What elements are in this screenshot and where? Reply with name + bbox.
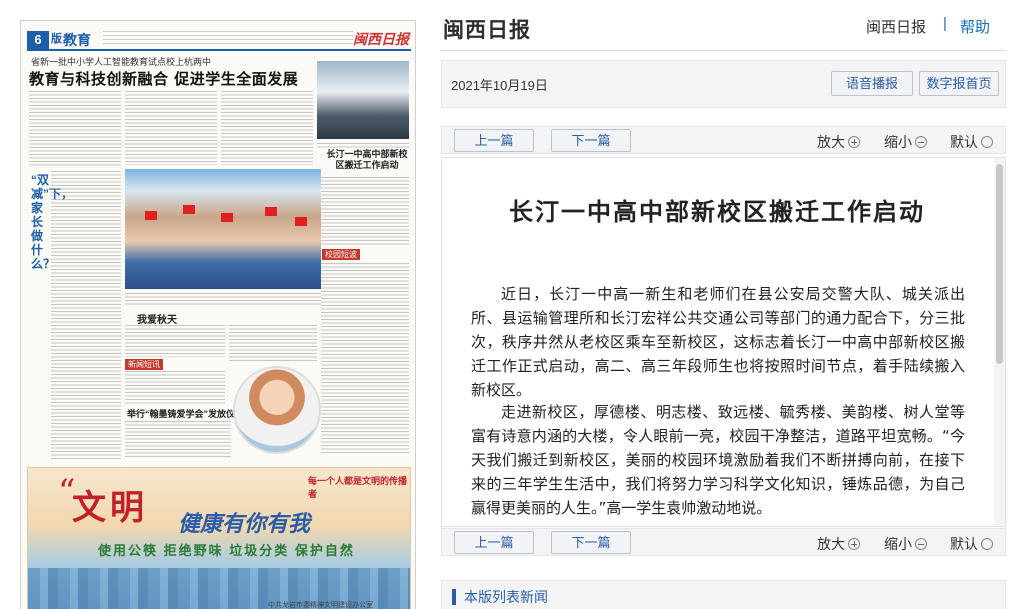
masthead-logo: 闽西日报 <box>353 31 409 47</box>
zoom-out-label: 缩小 <box>884 536 912 552</box>
flag-mark <box>265 207 277 216</box>
page-news-list-title: 本版列表新闻 <box>464 589 548 605</box>
plus-circle-icon[interactable] <box>848 538 860 550</box>
prev-article-button[interactable]: 上一篇 <box>454 129 534 152</box>
zoom-in-label: 放大 <box>817 536 845 552</box>
link-separator: | <box>943 15 947 32</box>
article-nav-top: 上一篇 下一篇 放大 缩小 默认 <box>441 126 1006 154</box>
article-scrollbar[interactable] <box>994 158 1005 526</box>
flag-mark <box>221 213 233 222</box>
text-column <box>321 177 409 247</box>
header-fine-print <box>103 31 353 47</box>
article-title: 长汀一中高中部新校区搬迁工作启动 <box>509 197 925 226</box>
news-photo-top[interactable] <box>317 61 409 139</box>
page-number: 6 <box>27 31 49 49</box>
text-column <box>125 325 225 357</box>
plus-circle-icon[interactable] <box>848 136 860 148</box>
article-nav-bottom: 上一篇 下一篇 放大 缩小 默认 <box>441 528 1006 556</box>
page-kicker: 省新一批中小学人工智能教育试点校上杭两中 <box>31 57 212 67</box>
scrollbar-thumb[interactable] <box>996 164 1003 364</box>
newspaper-page-image[interactable]: 6 版 教育 闽西日报 省新一批中小学人工智能教育试点校上杭两中 教育与科技创新… <box>20 20 416 609</box>
next-article-button-bottom[interactable]: 下一篇 <box>551 531 631 554</box>
zoom-in-control-bottom[interactable]: 放大 <box>817 534 860 554</box>
student-photo[interactable] <box>233 366 321 454</box>
default-size-label: 默认 <box>950 134 978 150</box>
ad-headline: 文明 <box>72 488 148 528</box>
text-column <box>29 91 121 167</box>
minus-circle-icon[interactable] <box>915 136 927 148</box>
photo-caption <box>125 293 321 307</box>
radio-circle-icon[interactable] <box>981 538 993 550</box>
header-divider <box>441 50 1006 51</box>
default-size-control-bottom[interactable]: 默认 <box>950 534 993 554</box>
ad-side-text: 每一个人都是文明的传播者 <box>308 476 408 499</box>
text-column <box>125 371 225 405</box>
section-marker <box>452 589 456 605</box>
site-title: 闽西日报 <box>443 17 531 42</box>
prev-article-button-bottom[interactable]: 上一篇 <box>454 531 534 554</box>
text-column <box>321 263 409 453</box>
article-paragraph: 近日，长汀一中高一新生和老师们在县公安局交警大队、城关派出所、县运输管理所和长汀… <box>471 285 965 399</box>
zoom-out-control[interactable]: 缩小 <box>884 132 927 152</box>
classroom-photo[interactable] <box>125 169 321 289</box>
page-headline[interactable]: 教育与科技创新融合 促进学生全面发展 <box>29 68 298 89</box>
text-column <box>221 91 313 165</box>
text-column <box>125 421 231 459</box>
zoom-in-label: 放大 <box>817 134 845 150</box>
next-article-button[interactable]: 下一篇 <box>551 129 631 152</box>
sub-headline[interactable]: 举行“翰墨铸爱学会”发放仪式 <box>127 407 244 420</box>
article-content: 长汀一中高中部新校区搬迁工作启动 近日，长汀一中高一新生和老师们在县公安局交警大… <box>441 157 1006 527</box>
public-service-ad[interactable]: “ 文明 健康有你有我 每一个人都是文明的传播者 使用公筷 拒绝野味 垃圾分类 … <box>27 467 411 609</box>
voice-broadcast-button[interactable]: 语音播报 <box>831 71 913 96</box>
column-title[interactable]: 我爱秋天 <box>137 311 177 326</box>
text-column <box>51 171 121 459</box>
news-tag: 新闻短讯 <box>125 359 163 370</box>
newspaper-page-header: 6 版 教育 闽西日报 <box>27 29 411 51</box>
page-label: 版 <box>51 33 62 45</box>
flag-mark <box>183 205 195 214</box>
zoom-out-control-bottom[interactable]: 缩小 <box>884 534 927 554</box>
date-toolbar: 2021年10月19日 语音播报 数字报首页 <box>441 60 1006 108</box>
box-headline[interactable]: 长汀一中高中部新校区搬迁工作启动 <box>325 149 409 171</box>
minus-circle-icon[interactable] <box>915 538 927 550</box>
issue-date: 2021年10月19日 <box>451 78 548 93</box>
page-news-list-header: 本版列表新闻 <box>441 580 1006 609</box>
article-paragraph: 走进新校区，厚德楼、明志楼、致远楼、毓秀楼、美韵楼、树人堂等富有诗意内涵的大楼，… <box>471 403 965 517</box>
ad-organizer: 中共龙岩市委精神文明建设办公室 <box>268 602 373 609</box>
text-column <box>229 325 317 363</box>
epaper-home-button[interactable]: 数字报首页 <box>919 71 999 96</box>
text-column <box>125 91 217 165</box>
zoom-in-control[interactable]: 放大 <box>817 132 860 152</box>
flag-mark <box>145 211 157 220</box>
ad-tagline: 使用公筷 拒绝野味 垃圾分类 保护自然 <box>98 543 355 558</box>
help-link[interactable]: 帮助 <box>960 16 990 37</box>
ad-slogan: 健康有你有我 <box>178 511 311 536</box>
default-size-label: 默认 <box>950 536 978 552</box>
vertical-headline[interactable]: “双减”下，家长做什么？ <box>31 173 73 271</box>
section-name: 教育 <box>63 32 91 48</box>
zoom-out-label: 缩小 <box>884 134 912 150</box>
radio-circle-icon[interactable] <box>981 136 993 148</box>
campus-tag: 校园短波 <box>322 249 360 260</box>
default-size-control[interactable]: 默认 <box>950 132 993 152</box>
flag-mark <box>295 217 307 226</box>
home-link[interactable]: 闽西日报 <box>866 16 926 37</box>
